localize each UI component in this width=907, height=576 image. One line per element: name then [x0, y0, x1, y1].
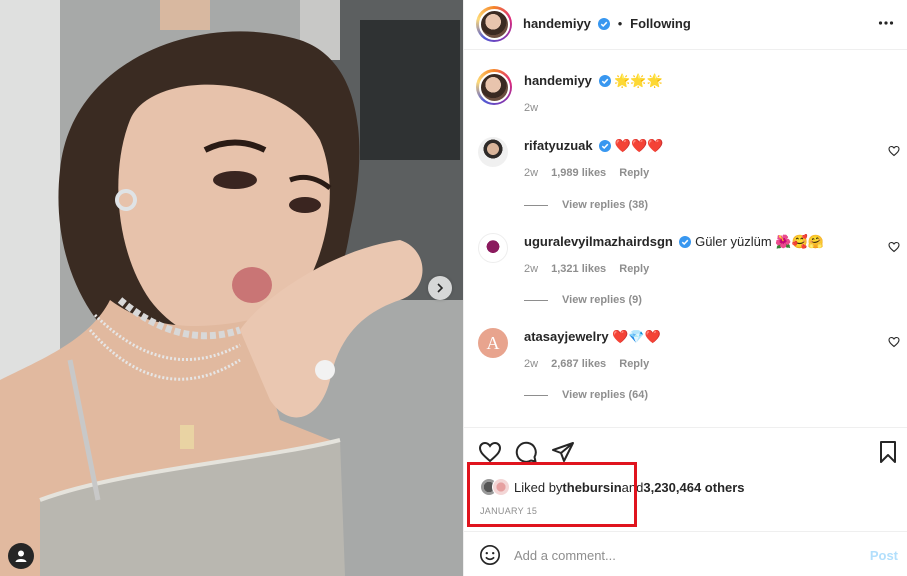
comment-username[interactable]: atasayjewelry	[524, 329, 609, 344]
comment-text: ❤️❤️❤️	[614, 138, 664, 153]
view-replies-button[interactable]: View replies (38)	[524, 199, 648, 211]
verified-badge-icon	[599, 140, 612, 152]
caption-avatar[interactable]	[476, 69, 512, 105]
post-image	[0, 0, 463, 576]
emoji-icon[interactable]	[479, 544, 501, 566]
carousel-next-button[interactable]	[428, 276, 452, 300]
comment-reply-button[interactable]: Reply	[619, 263, 649, 275]
replies-divider	[524, 299, 548, 301]
caption-username[interactable]: handemiyy	[524, 73, 592, 88]
author-info: handemiyy • Following	[523, 15, 691, 31]
comment-likes[interactable]: 1,321 likes	[551, 263, 606, 275]
comment-like-icon[interactable]	[888, 241, 900, 253]
user-tag-icon	[15, 550, 27, 562]
verified-badge-icon	[679, 236, 692, 248]
verified-badge-icon	[598, 75, 611, 87]
view-replies-label: View replies (64)	[562, 389, 649, 401]
action-bar	[464, 427, 907, 467]
comment-text: ❤️💎❤️	[612, 329, 661, 344]
post-photo[interactable]	[0, 0, 463, 576]
comment-likes[interactable]: 2,687 likes	[551, 358, 606, 370]
comment-reply-button[interactable]: Reply	[619, 358, 649, 370]
comment-likes[interactable]: 1,989 likes	[551, 167, 606, 179]
chevron-right-icon	[437, 283, 444, 293]
likes-count[interactable]: 3,230,464 others	[643, 480, 744, 495]
author-username[interactable]: handemiyy	[523, 16, 591, 31]
comment-like-icon[interactable]	[888, 145, 900, 157]
comment-username[interactable]: rifatyuzuak	[524, 138, 593, 153]
comment-username[interactable]: uguralevyilmazhairdsgn	[524, 234, 673, 249]
comment-like-icon[interactable]	[888, 336, 900, 348]
comment-time[interactable]: 2w	[524, 358, 538, 370]
user-tags-button[interactable]	[8, 543, 34, 569]
replies-divider	[524, 394, 548, 396]
comment-time[interactable]: 2w	[524, 167, 538, 179]
likes-summary: Liked by thebursin and 3,230,464 others	[480, 478, 745, 496]
caption-time[interactable]: 2w	[524, 102, 538, 114]
heart-icon[interactable]	[478, 440, 502, 464]
comment-avatar[interactable]: A	[478, 328, 508, 358]
likes-middle: and	[621, 479, 644, 495]
comment-time[interactable]: 2w	[524, 263, 538, 275]
view-replies-label: View replies (38)	[562, 199, 649, 211]
view-replies-button[interactable]: View replies (9)	[524, 294, 642, 306]
replies-divider	[524, 204, 548, 206]
header-separator: •	[617, 16, 623, 31]
add-comment-bar: Post	[464, 531, 907, 576]
view-replies-label: View replies (9)	[562, 294, 642, 306]
likes-prefix: Liked by	[514, 479, 563, 495]
caption-text: 🌟🌟🌟	[614, 73, 663, 88]
comments-list[interactable]: handemiyy 🌟🌟🌟 2w rifatyuzuak ❤️❤️❤️ 2w 1…	[464, 51, 907, 426]
following-button[interactable]: Following	[630, 16, 691, 31]
post-side-panel: handemiyy • Following handemiyy 🌟🌟🌟 2w r…	[463, 0, 907, 576]
view-replies-button[interactable]: View replies (64)	[524, 389, 648, 401]
verified-badge-icon	[597, 18, 610, 30]
comment-avatar[interactable]	[478, 137, 508, 167]
share-icon[interactable]	[551, 440, 575, 464]
bookmark-icon[interactable]	[878, 440, 898, 464]
liker-username[interactable]: thebursin	[562, 480, 621, 495]
comment-text: Güler yüzlüm 🌺🥰🤗	[695, 234, 824, 249]
comment-reply-button[interactable]: Reply	[619, 167, 649, 179]
author-avatar[interactable]	[476, 6, 512, 42]
post-button[interactable]: Post	[870, 548, 898, 563]
post-date[interactable]: JANUARY 15	[480, 506, 537, 516]
more-options-icon[interactable]	[878, 14, 894, 30]
liker-avatar[interactable]	[492, 478, 510, 496]
comment-icon[interactable]	[514, 440, 538, 464]
post-header: handemiyy • Following	[464, 0, 907, 50]
comment-avatar[interactable]	[478, 233, 508, 263]
comment-input[interactable]	[514, 544, 834, 566]
